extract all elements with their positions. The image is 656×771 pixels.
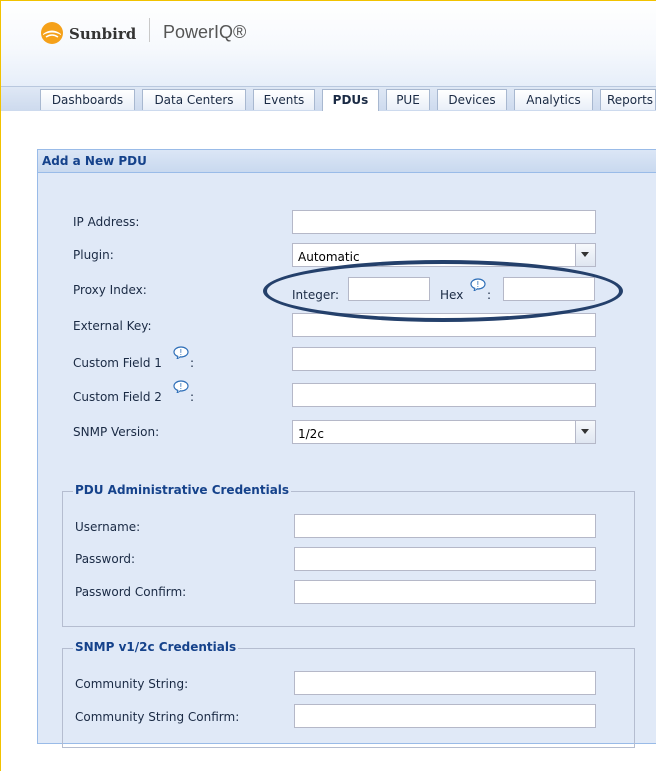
tab-analytics[interactable]: Analytics [514,89,593,110]
ip-address-input[interactable] [292,210,596,234]
snmp-version-select-value: 1/2c [298,427,324,441]
external-key-label: External Key: [73,319,152,333]
custom-field-2-label: Custom Field 2 [73,390,162,404]
community-string-confirm-input[interactable] [294,704,596,728]
proxy-index-hex-colon: : [487,288,492,302]
tab-dashboards[interactable]: Dashboards [40,89,135,110]
snmp-credentials-fieldset: SNMP v1/2c Credentials Community String:… [62,640,635,748]
username-label: Username: [75,520,141,534]
panel-header: Add a New PDU [38,150,656,173]
chevron-down-icon[interactable] [575,421,595,443]
help-icon[interactable]: ! [470,278,487,291]
community-string-input[interactable] [294,671,596,695]
proxy-index-integer-label: Integer: [292,288,339,302]
password-confirm-label: Password Confirm: [75,585,187,599]
admin-credentials-fieldset: PDU Administrative Credentials Username:… [62,483,635,627]
ip-address-label: IP Address: [73,215,140,229]
password-label: Password: [75,552,136,566]
community-string-confirm-label: Community String Confirm: [75,710,240,724]
svg-text:!: ! [179,348,182,357]
help-icon[interactable]: ! [173,380,190,393]
community-string-label: Community String: [75,677,189,691]
plugin-select-value: Automatic [298,250,360,264]
proxy-index-integer-input[interactable] [348,277,430,301]
sunbird-logo-icon [41,22,63,44]
proxy-index-hex-input[interactable] [503,277,595,301]
add-pdu-panel: Add a New PDU IP Address: Plugin: Automa… [37,149,656,748]
svg-text:!: ! [476,280,479,289]
brand-name: Sunbird [69,25,137,43]
app-header: Sunbird PowerIQ® [1,1,656,87]
tab-reports[interactable]: Reports [600,89,656,110]
custom-field-2-colon: : [190,390,195,404]
tab-events[interactable]: Events [253,89,315,110]
panel-title: Add a New PDU [42,154,147,168]
custom-field-1-input[interactable] [292,347,596,371]
tab-pdus[interactable]: PDUs [322,89,379,111]
custom-field-1-colon: : [190,356,195,370]
username-input[interactable] [294,514,596,538]
brand-divider [149,18,150,42]
custom-field-2-input[interactable] [292,383,596,407]
help-icon[interactable]: ! [173,346,190,359]
tab-data-centers[interactable]: Data Centers [142,89,246,110]
proxy-index-label: Proxy Index: [73,283,147,297]
chevron-down-icon[interactable] [575,244,595,266]
tab-devices[interactable]: Devices [437,89,507,110]
plugin-label: Plugin: [73,248,114,262]
admin-credentials-legend: PDU Administrative Credentials [73,483,292,497]
proxy-index-hex-label: Hex [440,288,464,302]
tab-pue[interactable]: PUE [386,89,430,110]
plugin-select[interactable]: Automatic [292,243,596,267]
password-confirm-input[interactable] [294,580,596,604]
snmp-credentials-legend: SNMP v1/2c Credentials [73,640,239,654]
snmp-version-select[interactable]: 1/2c [292,420,596,444]
external-key-input[interactable] [292,313,596,337]
custom-field-1-label: Custom Field 1 [73,356,162,370]
page-content: Add a New PDU IP Address: Plugin: Automa… [1,111,656,771]
product-name: PowerIQ® [163,22,247,42]
snmp-version-label: SNMP Version: [73,425,160,439]
svg-text:!: ! [179,382,182,391]
main-tab-bar: Dashboards Data Centers Events PDUs PUE … [1,86,656,112]
password-input[interactable] [294,547,596,571]
